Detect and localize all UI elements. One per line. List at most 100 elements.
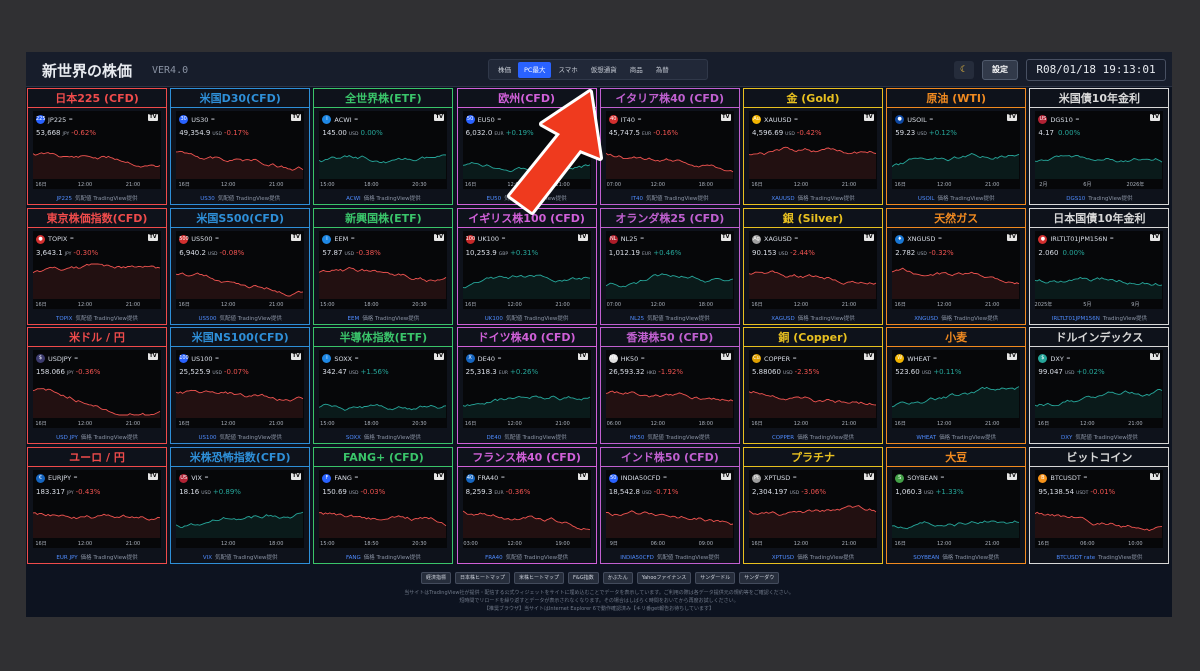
- footer-symbol-link[interactable]: XAUUSD: [771, 196, 794, 202]
- footer-symbol-link[interactable]: EEM: [348, 316, 360, 322]
- price-line-chart[interactable]: [605, 141, 734, 179]
- ticker-card[interactable]: オランダ株25 (CFD) NL NL25 ═ TV 1,012.19 EUR +0.46%…: [599, 207, 740, 325]
- footer-link-button[interactable]: サンダーダウ: [739, 572, 780, 584]
- mini-chart-widget[interactable]: US DGS10 ═ TV 4.17 0.00% 2月 6月 2026年: [1035, 111, 1164, 189]
- footer-symbol-link[interactable]: SOYBEAN: [913, 555, 939, 561]
- mini-chart-widget[interactable]: $ DXY ═ TV 99.047 USD +0.02% 16日 12:00 21:00: [1035, 350, 1164, 428]
- ticker-card[interactable]: プラチナ Pt XPTUSD ═ TV 2,304.197 USD -3.06% 16日 12:…: [743, 446, 883, 564]
- ticker-card[interactable]: ユーロ / 円 € EURJPY ═ TV 183.317 JPY -0.43% 16日 12:…: [27, 446, 167, 564]
- footer-symbol-link[interactable]: VIX: [203, 555, 212, 561]
- price-line-chart[interactable]: [892, 500, 1020, 538]
- footer-symbol-link[interactable]: ACWI: [346, 196, 361, 202]
- mini-chart-widget[interactable]: 500 US500 ═ TV 6,940.2 USD -0.08% 16日 12:00 21:0…: [176, 230, 305, 309]
- price-line-chart[interactable]: [1035, 261, 1163, 299]
- price-line-chart[interactable]: [605, 500, 734, 538]
- footer-symbol-link[interactable]: DXY: [1061, 435, 1072, 441]
- footer-link-button[interactable]: かぶたん: [602, 572, 633, 584]
- mini-chart-widget[interactable]: i EEM ═ TV 57.87 USD -0.38% 15:00 18:00 20:30: [319, 230, 448, 309]
- footer-symbol-link[interactable]: IRLTLT01JPM156N: [1052, 316, 1100, 322]
- price-line-chart[interactable]: [176, 380, 304, 418]
- ticker-card[interactable]: 原油 (WTI) ● USOIL ═ TV 59.23 USD +0.12% 16日 12:00…: [886, 88, 1027, 205]
- mini-chart-widget[interactable]: B BTCUSDT ═ TV 95,138.54 USDT -0.01% 16日 06:00 1…: [1035, 469, 1164, 548]
- mini-chart-widget[interactable]: Ag XAGUSD ═ TV 90.153 USD -2.44% 16日 12:00 21:00: [749, 230, 877, 309]
- ticker-card[interactable]: 銀 (Silver) Ag XAGUSD ═ TV 90.153 USD -2.44% 16日…: [743, 207, 883, 325]
- price-line-chart[interactable]: [1035, 141, 1163, 179]
- ticker-card[interactable]: 米国NS100(CFD) 100 US100 ═ TV 25,525.9 USD -0.07…: [170, 327, 311, 444]
- mini-chart-widget[interactable]: 30 US30 ═ TV 49,354.9 USD -0.17% 16日 12:00 21:00: [176, 111, 305, 189]
- ticker-card[interactable]: 米国S500(CFD) 500 US500 ═ TV 6,940.2 USD -0.08% 1…: [170, 207, 311, 325]
- footer-symbol-link[interactable]: NL25: [630, 316, 644, 322]
- price-line-chart[interactable]: [892, 261, 1020, 299]
- footer-link-button[interactable]: 日本株ヒートマップ: [455, 572, 511, 584]
- ticker-card[interactable]: 日本225 (CFD) 225 JP225 ═ TV 53,668 JPY -0.62% 16…: [27, 88, 167, 205]
- price-line-chart[interactable]: [33, 141, 161, 179]
- footer-symbol-link[interactable]: XAGUSD: [771, 316, 794, 322]
- price-line-chart[interactable]: [319, 141, 447, 179]
- footer-link-button[interactable]: 米株ヒートマップ: [514, 572, 565, 584]
- ticker-card[interactable]: 半導体指数(ETF) i SOXX ═ TV 342.47 USD +1.56% 15:00 1…: [313, 327, 454, 444]
- ticker-card[interactable]: 大豆 S SOYBEAN ═ TV 1,060.3 USD +1.33% 16日 12:00 21…: [886, 446, 1027, 564]
- footer-symbol-link[interactable]: US500: [198, 316, 216, 322]
- footer-symbol-link[interactable]: XNGUSD: [914, 316, 938, 322]
- footer-symbol-link[interactable]: US30: [200, 196, 215, 202]
- footer-symbol-link[interactable]: IT40: [631, 196, 643, 202]
- price-line-chart[interactable]: [319, 261, 447, 299]
- ticker-card[interactable]: フランス株40 (CFD) 40 FRA40 ═ TV 8,259.3 EUR -0.36%…: [456, 446, 597, 564]
- mini-chart-widget[interactable]: i SOXX ═ TV 342.47 USD +1.56% 15:00 18:00 20:30: [319, 350, 448, 428]
- price-line-chart[interactable]: [1035, 380, 1163, 418]
- ticker-card[interactable]: 米株恐怖指数(CFD) US VIX ═ TV 18.16 USD +0.89% 12:00 1…: [170, 446, 311, 564]
- mini-chart-widget[interactable]: 225 JP225 ═ TV 53,668 JPY -0.62% 16日 12:00 21:00: [33, 111, 161, 189]
- ticker-card[interactable]: 日本国債10年金利 ● IRLTLT01JPM156N ═ TV 2.060 0.00% 2…: [1029, 207, 1170, 325]
- price-line-chart[interactable]: [33, 261, 161, 299]
- ticker-card[interactable]: ドルインデックス $ DXY ═ TV 99.047 USD +0.02% 16日 12:00 2…: [1029, 327, 1170, 444]
- ticker-card[interactable]: 銅 (Copper) Cu COPPER ═ TV 5.88060 USD -2.35% 16…: [743, 327, 883, 444]
- footer-symbol-link[interactable]: DE40: [486, 435, 501, 441]
- tab-4[interactable]: 商品: [624, 62, 649, 78]
- ticker-card[interactable]: ドイツ株40 (CFD) X DE40 ═ TV 25,318.3 EUR +0.26% 16…: [456, 327, 597, 444]
- footer-symbol-link[interactable]: EU50: [487, 196, 502, 202]
- moon-icon[interactable]: ☾: [954, 61, 974, 79]
- ticker-card[interactable]: ビットコイン B BTCUSDT ═ TV 95,138.54 USDT -0.01% 16日…: [1029, 446, 1170, 564]
- mini-chart-widget[interactable]: F FANG ═ TV 150.69 USD -0.03% 15:00 18:50 20:30: [319, 469, 448, 548]
- tab-0[interactable]: 株価: [492, 62, 517, 78]
- price-line-chart[interactable]: [176, 141, 304, 179]
- footer-symbol-link[interactable]: EUR JPY: [56, 555, 77, 561]
- mini-chart-widget[interactable]: US VIX ═ TV 18.16 USD +0.89% 12:00 18:00: [176, 469, 305, 548]
- ticker-card[interactable]: FANG+ (CFD) F FANG ═ TV 150.69 USD -0.03% 15:00…: [313, 446, 454, 564]
- footer-symbol-link[interactable]: JP225: [57, 196, 72, 202]
- price-line-chart[interactable]: [892, 141, 1020, 179]
- price-line-chart[interactable]: [892, 380, 1020, 418]
- ticker-card[interactable]: 米国D30(CFD) 30 US30 ═ TV 49,354.9 USD -0.17% 16日…: [170, 88, 311, 205]
- ticker-card[interactable]: イタリア株40 (CFD) 40 IT40 ═ TV 45,747.5 EUR -0.16%…: [599, 88, 740, 205]
- price-line-chart[interactable]: [749, 261, 877, 299]
- ticker-card[interactable]: 欧州(CFD) 50 EU50 ═ TV 6,032.0 EUR +0.19% 16日 12:0…: [456, 88, 597, 205]
- footer-symbol-link[interactable]: US100: [198, 435, 216, 441]
- price-line-chart[interactable]: [605, 261, 734, 299]
- mini-chart-widget[interactable]: 40 IT40 ═ TV 45,747.5 EUR -0.16% 07:00 12:00 18:…: [605, 111, 734, 189]
- price-line-chart[interactable]: [749, 380, 877, 418]
- price-line-chart[interactable]: [462, 261, 591, 299]
- mini-chart-widget[interactable]: i ACWI ═ TV 145.00 USD 0.00% 15:00 18:00 20:30: [319, 111, 448, 189]
- footer-symbol-link[interactable]: FRA40: [485, 555, 503, 561]
- ticker-card[interactable]: 米ドル / 円 $ USDJPY ═ TV 158.066 JPY -0.36% 16日 12:…: [27, 327, 167, 444]
- mini-chart-widget[interactable]: 100 US100 ═ TV 25,525.9 USD -0.07% 16日 12:00 21:…: [176, 350, 305, 428]
- ticker-card[interactable]: インド株50 (CFD) 50 INDIA50CFD ═ TV 18,542.8 USD -…: [599, 446, 740, 564]
- footer-symbol-link[interactable]: TOPIX: [56, 316, 72, 322]
- footer-symbol-link[interactable]: COPPER: [772, 435, 794, 441]
- ticker-card[interactable]: 金 (Gold) Au XAUUSD ═ TV 4,596.69 USD -0.42% 16日…: [743, 88, 883, 205]
- footer-link-button[interactable]: Yahooファイナンス: [636, 572, 692, 584]
- footer-symbol-link[interactable]: INDIA50CFD: [620, 555, 654, 561]
- price-line-chart[interactable]: [1035, 500, 1163, 538]
- settings-button[interactable]: 設定: [982, 60, 1018, 80]
- mini-chart-widget[interactable]: X DE40 ═ TV 25,318.3 EUR +0.26% 16日 12:00 21:00: [462, 350, 591, 428]
- mini-chart-widget[interactable]: W WHEAT ═ TV 523.60 USD +0.11% 16日 12:00 21:00: [892, 350, 1021, 428]
- price-line-chart[interactable]: [176, 500, 304, 538]
- mini-chart-widget[interactable]: ● USOIL ═ TV 59.23 USD +0.12% 16日 12:00 21:00: [892, 111, 1021, 189]
- mini-chart-widget[interactable]: NL NL25 ═ TV 1,012.19 EUR +0.46% 07:00 12:00 18:…: [605, 230, 734, 309]
- footer-symbol-link[interactable]: UK100: [485, 316, 503, 322]
- ticker-card[interactable]: 香港株50 (CFD) HK HK50 ═ TV 26,593.32 HKD -1.92% 0…: [599, 327, 740, 444]
- price-line-chart[interactable]: [749, 141, 877, 179]
- mini-chart-widget[interactable]: ● TOPIX ═ TV 3,643.1 JPY -0.30% 16日 12:00 21:00: [33, 230, 161, 309]
- ticker-card[interactable]: 全世界株(ETF) i ACWI ═ TV 145.00 USD 0.00% 15:00 18:…: [313, 88, 454, 205]
- ticker-card[interactable]: 天然ガス ♦ XNGUSD ═ TV 2.782 USD -0.32% 16日 12:00 21:…: [886, 207, 1027, 325]
